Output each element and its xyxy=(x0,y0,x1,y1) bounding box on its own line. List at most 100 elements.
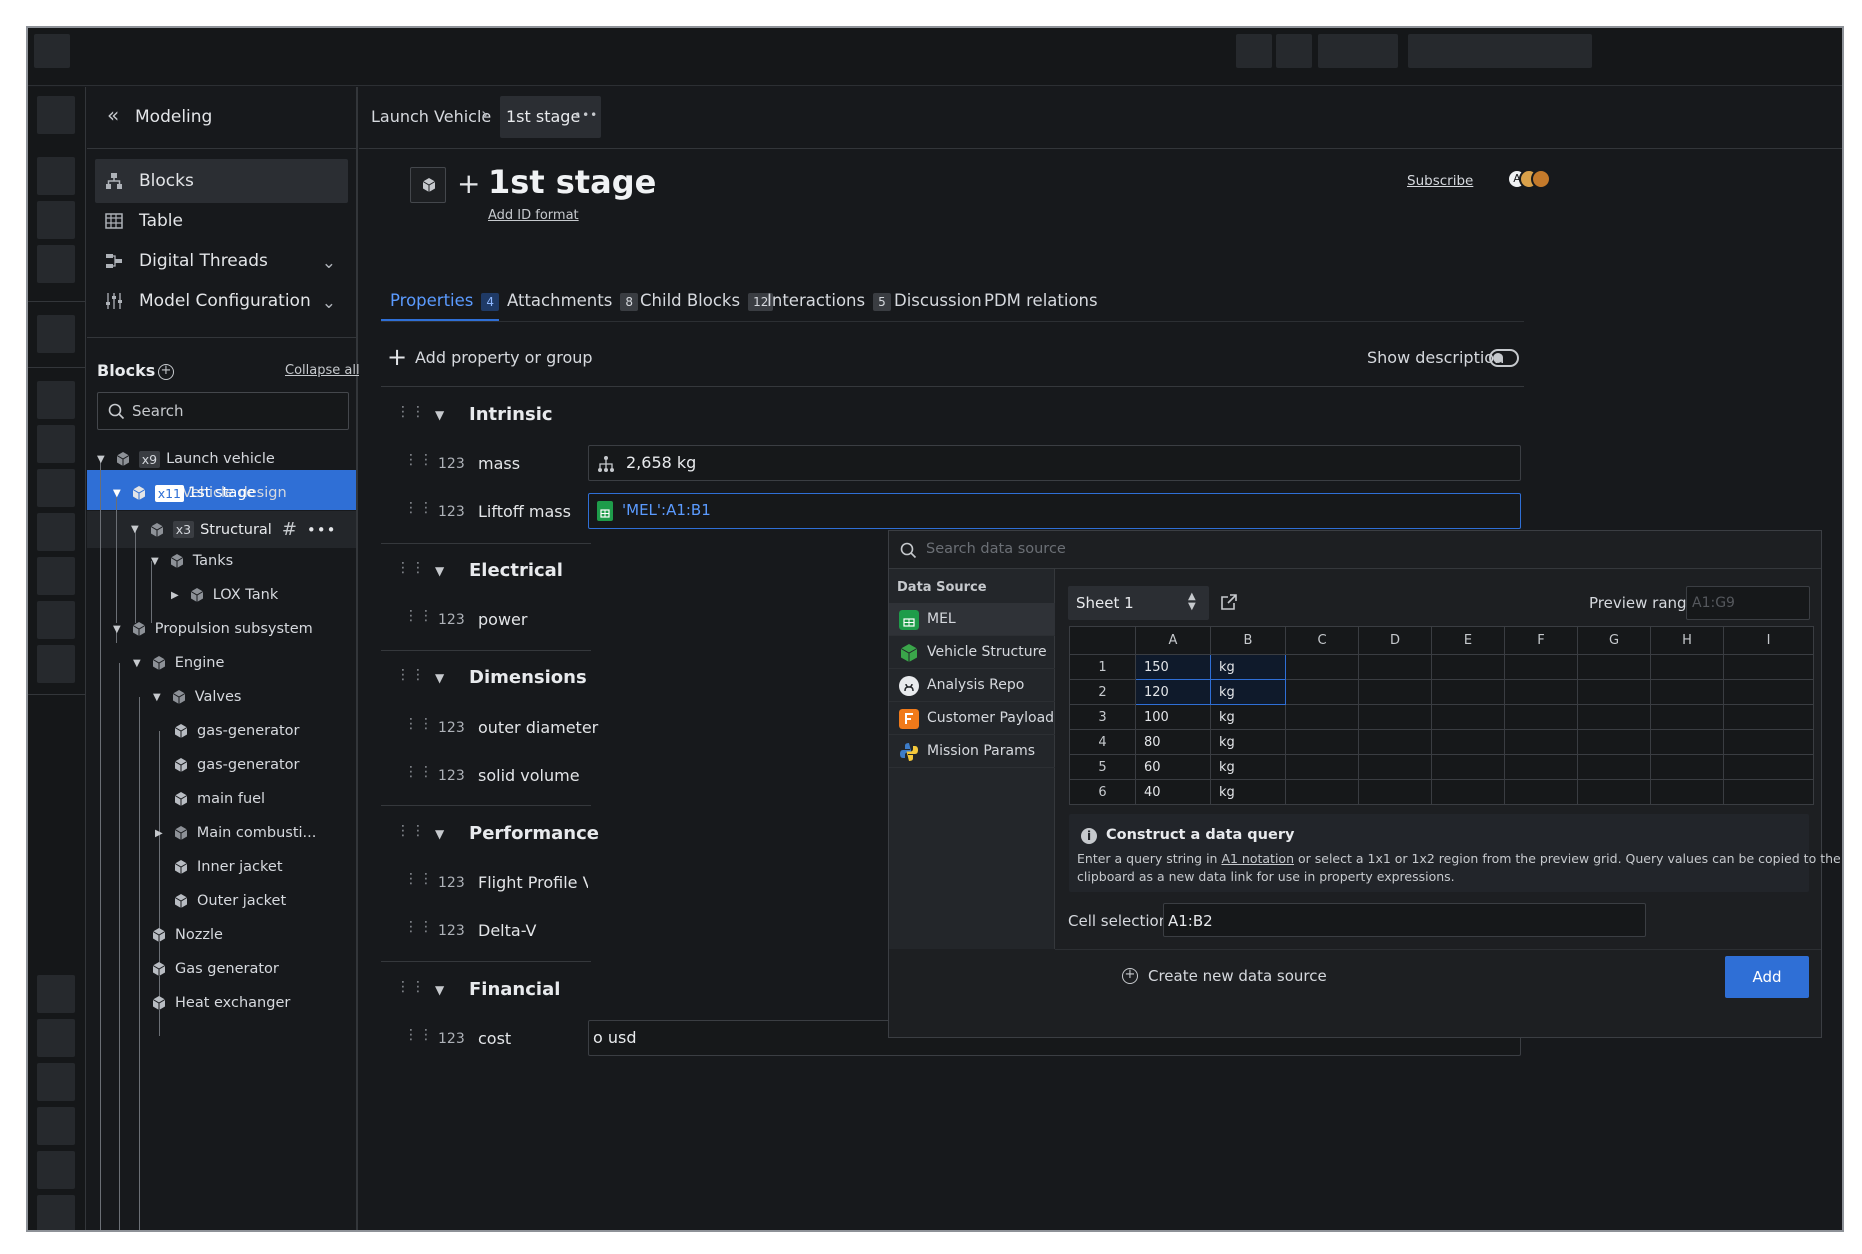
grid-col-header[interactable]: I xyxy=(1723,626,1814,655)
tree-item-nozzle[interactable]: Nozzle xyxy=(151,918,223,952)
rail-icon-16[interactable] xyxy=(37,1107,75,1145)
add-block-icon[interactable]: + xyxy=(158,364,174,380)
grid-cell[interactable]: kg xyxy=(1210,754,1286,780)
caret-down-icon[interactable]: ▼ xyxy=(435,564,444,578)
caret-down-icon[interactable]: ▼ xyxy=(435,671,444,685)
drag-handle-icon[interactable]: ⋮⋮ xyxy=(404,872,433,892)
data-source-analysis-repo[interactable]: Analysis Repo xyxy=(889,669,1055,702)
property-value-liftoff-mass[interactable]: 'MEL':A1:B1 xyxy=(588,493,1521,529)
drag-handle-icon[interactable]: ⋮⋮ xyxy=(396,405,425,425)
rail-icon-9[interactable] xyxy=(37,513,75,551)
tree-item-propulsion-subsystem[interactable]: ▼ Propulsion subsystem xyxy=(113,612,313,646)
grid-cell[interactable] xyxy=(1577,679,1651,705)
caret-down-icon[interactable]: ▼ xyxy=(113,624,121,635)
grid-cell[interactable] xyxy=(1723,679,1814,705)
grid-cell[interactable] xyxy=(1723,654,1814,680)
grid-col-header[interactable]: C xyxy=(1285,626,1359,655)
grid-cell[interactable]: kg xyxy=(1210,654,1286,680)
grid-cell[interactable] xyxy=(1431,654,1505,680)
tab-child-blocks[interactable]: Child Blocks 12 xyxy=(640,291,774,311)
caret-down-icon[interactable]: ▼ xyxy=(97,454,105,465)
grid-cell[interactable] xyxy=(1504,779,1578,805)
caret-down-icon[interactable]: ▼ xyxy=(113,488,121,499)
grid-cell[interactable] xyxy=(1723,729,1814,755)
data-source-vehicle-structure[interactable]: Vehicle Structure xyxy=(889,636,1055,669)
more-options-icon[interactable]: ••• xyxy=(307,521,337,539)
grid-cell[interactable] xyxy=(1504,704,1578,730)
app-logo-placeholder[interactable] xyxy=(34,34,70,68)
tree-item-1st-stage[interactable]: ▼ x11 1st stage xyxy=(113,473,255,513)
grid-row-number[interactable]: 1 xyxy=(1069,654,1136,680)
grid-cell[interactable] xyxy=(1358,754,1432,780)
tab-discussion[interactable]: Discussion xyxy=(894,291,982,310)
grid-cell[interactable]: kg xyxy=(1210,729,1286,755)
rail-icon-3[interactable] xyxy=(37,201,75,239)
top-action-2[interactable] xyxy=(1276,34,1312,68)
rail-icon-8[interactable] xyxy=(37,469,75,507)
top-action-1[interactable] xyxy=(1236,34,1272,68)
grid-row-number[interactable]: 2 xyxy=(1069,679,1136,705)
caret-down-icon[interactable]: ▼ xyxy=(153,692,161,703)
tab-attachments[interactable]: Attachments 8 xyxy=(507,291,638,311)
drag-handle-icon[interactable]: ⋮⋮ xyxy=(404,609,433,629)
rail-icon-12[interactable] xyxy=(37,645,75,683)
show-description-toggle[interactable] xyxy=(1489,349,1519,367)
caret-down-icon[interactable]: ▼ xyxy=(435,408,444,422)
grid-col-header[interactable]: E xyxy=(1431,626,1505,655)
tree-item-structural[interactable]: ▼ x3 Structural # ••• xyxy=(131,511,336,548)
tree-item-inner-jacket[interactable]: Inner jacket xyxy=(173,850,283,884)
grid-row-number[interactable]: 5 xyxy=(1069,754,1136,780)
grid-col-header[interactable]: H xyxy=(1650,626,1724,655)
grid-col-header[interactable]: B xyxy=(1210,626,1286,655)
grid-cell[interactable] xyxy=(1577,779,1651,805)
grid-cell[interactable] xyxy=(1577,729,1651,755)
grid-cell[interactable] xyxy=(1431,729,1505,755)
data-source-search-input[interactable]: Search data source xyxy=(926,541,1066,557)
grid-cell[interactable]: 150 xyxy=(1135,654,1211,680)
tree-item-main-fuel[interactable]: main fuel xyxy=(173,782,265,816)
sidebar-item-model-configuration[interactable]: Model Configuration ⌄ xyxy=(95,279,348,323)
tree-item-gas-generator[interactable]: gas-generator xyxy=(173,748,299,782)
grid-col-header[interactable]: A xyxy=(1135,626,1211,655)
grid-cell[interactable] xyxy=(1431,704,1505,730)
tree-item-main-combustion[interactable]: ▶ Main combusti... xyxy=(155,816,316,850)
grid-cell[interactable] xyxy=(1650,729,1724,755)
tree-item-lox-tank[interactable]: ▶ LOX Tank xyxy=(171,578,278,612)
rail-icon-15[interactable] xyxy=(37,1063,75,1101)
grid-cell[interactable] xyxy=(1577,754,1651,780)
tree-item-gas-generator-2[interactable]: Gas generator xyxy=(151,952,279,986)
grid-cell[interactable] xyxy=(1577,704,1651,730)
grid-cell[interactable]: 80 xyxy=(1135,729,1211,755)
sidebar-item-table[interactable]: Table xyxy=(95,199,348,243)
hash-icon[interactable]: # xyxy=(282,519,297,540)
rail-icon-2[interactable] xyxy=(37,157,75,195)
sidebar-item-blocks[interactable]: Blocks xyxy=(95,159,348,203)
drag-handle-icon[interactable]: ⋮⋮ xyxy=(404,453,433,473)
grid-cell[interactable] xyxy=(1285,679,1359,705)
grid-cell[interactable] xyxy=(1650,779,1724,805)
drag-handle-icon[interactable]: ⋮⋮ xyxy=(396,668,425,688)
property-value-mass[interactable]: 2,658 kg xyxy=(588,445,1521,481)
rail-icon-1[interactable] xyxy=(37,96,75,134)
caret-down-icon[interactable]: ▼ xyxy=(131,524,139,535)
add-id-format-link[interactable]: Add ID format xyxy=(488,208,579,223)
grid-row-number[interactable]: 4 xyxy=(1069,729,1136,755)
tree-search-input[interactable]: Search xyxy=(97,392,349,430)
caret-right-icon[interactable]: ▶ xyxy=(155,828,163,839)
grid-cell[interactable] xyxy=(1431,779,1505,805)
grid-cell[interactable] xyxy=(1431,754,1505,780)
grid-cell[interactable]: 120 xyxy=(1135,679,1211,705)
grid-cell[interactable]: 100 xyxy=(1135,704,1211,730)
rail-icon-14[interactable] xyxy=(37,1019,75,1057)
rail-icon-10[interactable] xyxy=(37,557,75,595)
grid-cell[interactable]: 60 xyxy=(1135,754,1211,780)
grid-col-header[interactable]: F xyxy=(1504,626,1578,655)
tree-item-launch-vehicle[interactable]: ▼ x9 Launch vehicle xyxy=(97,442,275,476)
grid-cell[interactable] xyxy=(1358,679,1432,705)
collapse-all-link[interactable]: Collapse all xyxy=(285,363,360,378)
grid-cell[interactable] xyxy=(1358,704,1432,730)
chevron-down-icon[interactable]: ⌄ xyxy=(322,253,336,273)
grid-row-number[interactable]: 6 xyxy=(1069,779,1136,805)
tab-pdm-relations[interactable]: PDM relations xyxy=(984,291,1098,310)
grid-cell[interactable] xyxy=(1723,704,1814,730)
